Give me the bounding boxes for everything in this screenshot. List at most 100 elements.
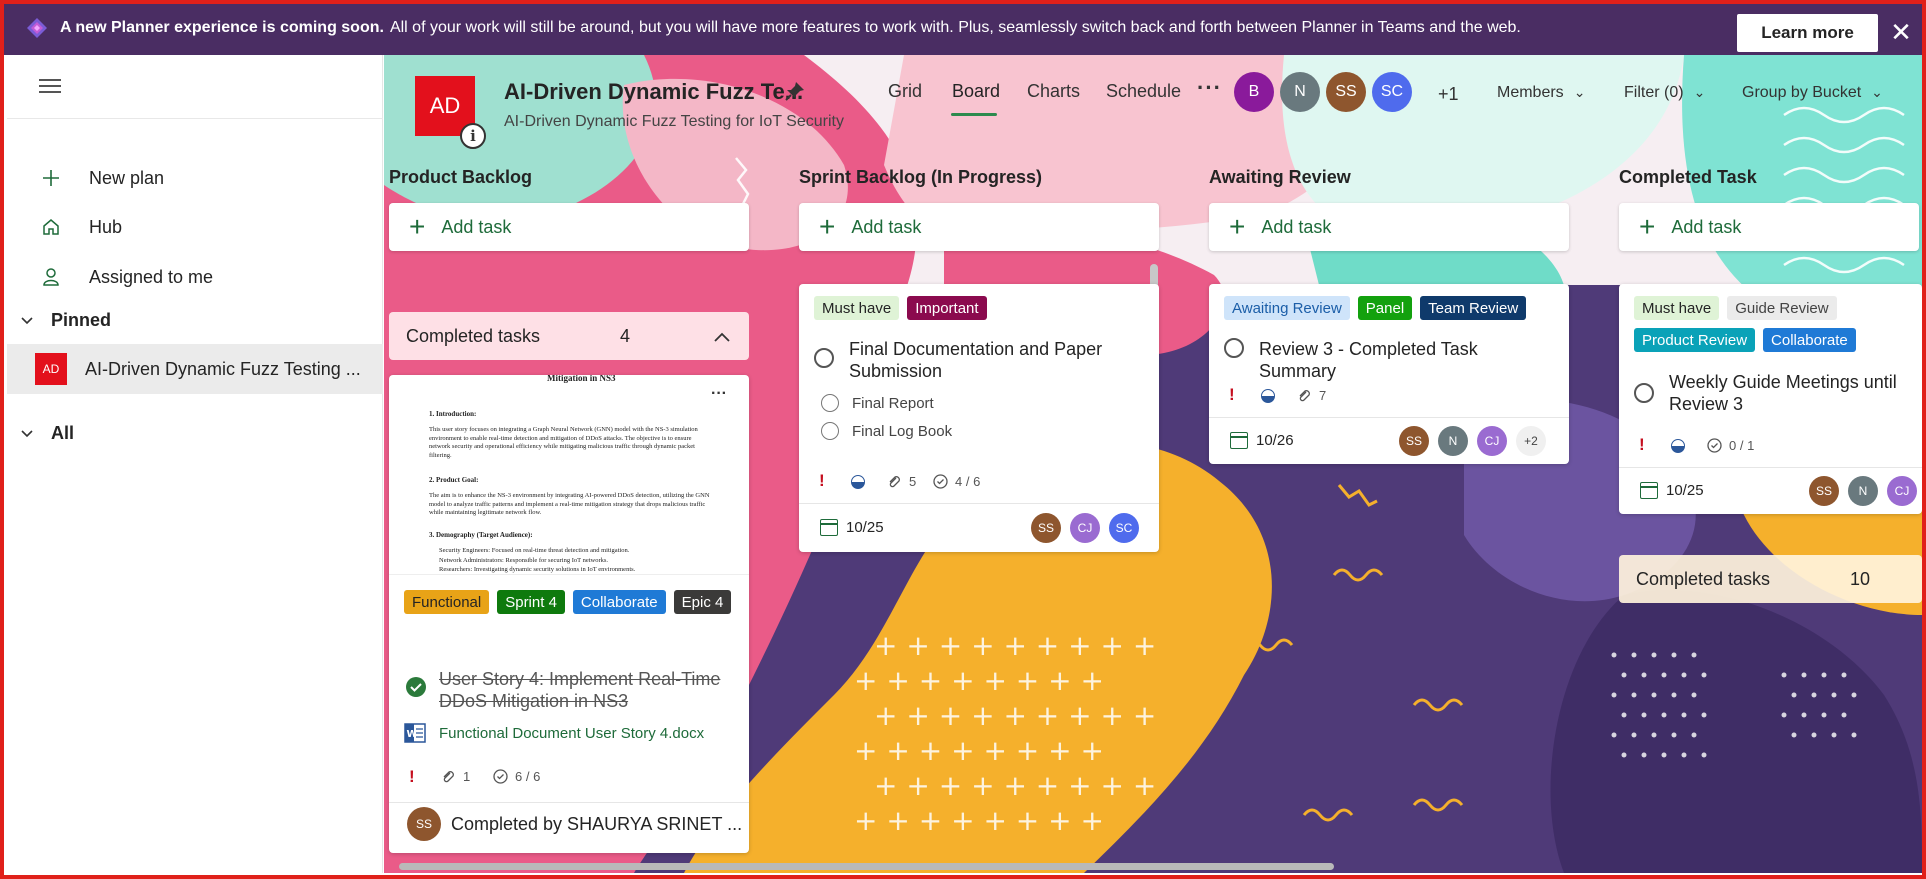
task-label: Functional [404,590,490,614]
add-task-button[interactable]: + Add task [1619,203,1919,251]
pin-icon[interactable] [784,80,806,108]
preview-text: 3. Demography (Target Audience): [429,531,533,539]
sidebar-item-pinned-plan[interactable]: AD AI-Driven Dynamic Fuzz Testing ... [7,344,383,394]
task-label: Product Review [1634,328,1756,352]
assignee-avatar[interactable]: SS [1399,426,1429,456]
checklist-item-checkbox[interactable] [821,422,839,440]
task-label: Collaborate [1763,328,1856,352]
completed-count: 10 [1850,568,1871,589]
task-label: Sprint 4 [497,590,565,614]
sidebar-item-new-plan[interactable]: New plan [7,158,383,198]
banner-text: All of your work will still be around, b… [389,18,1521,36]
due-date: 10/25 [1666,482,1704,499]
preview-heading: Mitigation in NS3 [547,375,616,383]
add-task-label: Add task [441,216,512,237]
checklist-count: 4 / 6 [933,474,980,489]
member-avatar[interactable]: B [1234,72,1274,112]
add-task-label: Add task [851,216,922,237]
dropdown-label: Group by Bucket [1742,84,1862,101]
preview-text: This user story focuses on integrating a… [429,426,698,459]
assignee-avatar[interactable]: CJ [1477,426,1507,456]
home-icon [40,216,62,238]
tab-board[interactable]: Board [952,81,1000,102]
assignee-avatar[interactable]: SC [1109,513,1139,543]
task-label: Awaiting Review [1224,296,1350,320]
attachment-count: 1 [441,769,470,784]
horizontal-scrollbar[interactable] [399,863,1334,870]
extra-members-count[interactable]: +1 [1438,84,1459,105]
add-task-button[interactable]: + Add task [799,203,1159,251]
task-label: Epic 4 [673,590,732,614]
chevron-down-icon: ⌄ [1573,84,1586,100]
task-card[interactable]: Mitigation in NS3 1. Introduction: This … [389,375,749,853]
preview-bullet: Researchers: Investigating dynamic secur… [439,566,636,573]
task-card[interactable]: Must have Important Final Documentation … [799,284,1159,552]
complete-task-checkbox[interactable] [1224,338,1244,358]
members-dropdown[interactable]: Members ⌄ [1497,84,1585,102]
info-icon[interactable]: i [460,123,486,149]
urgent-priority-icon: ! [1229,385,1235,404]
pinned-section-toggle[interactable]: Pinned [7,302,383,338]
task-title[interactable]: Review 3 - Completed Task Summary [1259,338,1549,382]
complete-task-checkbox[interactable] [814,348,834,368]
add-task-button[interactable]: + Add task [389,203,749,251]
complete-task-checkbox[interactable] [1634,383,1654,403]
more-options-icon[interactable]: ··· [1197,75,1222,101]
add-task-button[interactable]: + Add task [1209,203,1569,251]
plus-icon [40,167,62,189]
avatar-initials: B [1248,83,1260,100]
task-title[interactable]: User Story 4: Implement Real-Time DDoS M… [439,668,729,712]
more-assignees-badge[interactable]: +2 [1516,426,1546,456]
assignee-avatar[interactable]: N [1438,426,1468,456]
sidebar-item-hub[interactable]: Hub [7,207,383,247]
chevron-down-icon: ⌄ [1693,84,1706,100]
bucket-title[interactable]: Awaiting Review [1209,167,1351,188]
svg-text:W: W [407,729,418,740]
completed-check-icon[interactable] [405,676,427,703]
member-avatar[interactable]: SC [1372,72,1412,112]
task-card[interactable]: Must have Guide Review Product Review Co… [1619,284,1922,514]
divider [1619,467,1922,468]
completed-tasks-toggle[interactable]: Completed tasks 4 [389,312,749,360]
card-more-icon[interactable]: ··· [711,385,727,403]
checklist-item-checkbox[interactable] [821,394,839,412]
svg-text:+ + + + + + + +: + + + + + + + + [854,664,1104,697]
avatar-initials: CJ [1894,484,1910,498]
avatar-initials: SS [1037,521,1054,535]
bucket-title[interactable]: Sprint Backlog (In Progress) [799,167,1042,188]
tab-schedule[interactable]: Schedule [1106,81,1181,102]
checklist-count: 6 / 6 [493,769,540,784]
assignee-avatar[interactable]: CJ [1887,476,1917,506]
preview-bullet: Security Engineers: Focused on real-time… [439,547,630,554]
hamburger-menu-icon[interactable] [39,75,61,97]
task-card[interactable]: Awaiting Review Panel Team Review Review… [1209,284,1569,464]
group-by-dropdown[interactable]: Group by Bucket ⌄ [1742,84,1883,102]
filter-dropdown[interactable]: Filter (0) ⌄ [1624,84,1705,102]
assignee-avatar[interactable]: SS [1031,513,1061,543]
bucket-title[interactable]: Completed Task [1619,167,1757,188]
task-title[interactable]: Final Documentation and Paper Submission [849,338,1139,382]
paperclip-icon [1299,389,1310,401]
close-banner-button[interactable]: ✕ [1883,14,1919,50]
tab-grid[interactable]: Grid [888,81,922,102]
calendar-icon [1230,432,1248,449]
task-label: Team Review [1420,296,1527,320]
assignee-avatar[interactable]: CJ [1070,513,1100,543]
attachment-link[interactable]: Functional Document User Story 4.docx [439,725,704,742]
all-section-toggle[interactable]: All [7,415,383,451]
bucket-title[interactable]: Product Backlog [389,167,532,188]
member-avatar[interactable]: N [1280,72,1320,112]
member-avatar[interactable]: SS [1326,72,1366,112]
attachment-count-value: 1 [463,769,471,784]
completed-tasks-toggle[interactable]: Completed tasks 10 [1619,555,1922,603]
checklist-count-value: 0 / 1 [1729,438,1755,453]
assignee-avatar[interactable]: SS [1809,476,1839,506]
plan-title[interactable]: AI-Driven Dynamic Fuzz Te... [504,79,803,105]
sidebar-item-assigned[interactable]: Assigned to me [7,257,383,297]
tab-charts[interactable]: Charts [1027,81,1080,102]
svg-text:+ + + + + + + +: + + + + + + + + [854,804,1104,837]
task-title[interactable]: Weekly Guide Meetings until Review 3 [1669,371,1922,415]
learn-more-button[interactable]: Learn more [1737,14,1878,52]
attachment-preview: Mitigation in NS3 1. Introduction: This … [389,375,749,575]
assignee-avatar[interactable]: N [1848,476,1878,506]
